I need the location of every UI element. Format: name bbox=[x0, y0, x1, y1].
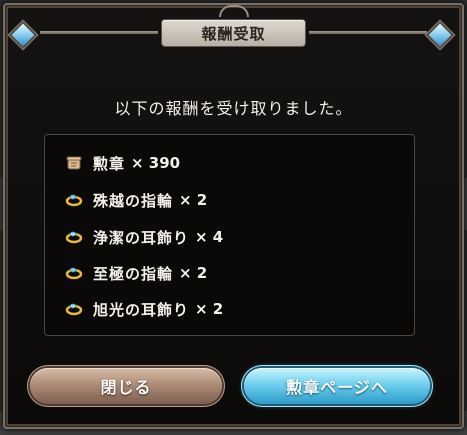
reward-name: 至極の指輪 bbox=[93, 264, 174, 283]
dialog-message: 以下の報酬を受け取りました。 bbox=[114, 99, 353, 118]
badge-page-button-label: 勲章ページへ bbox=[286, 378, 388, 397]
reward-name: 旭光の耳飾り bbox=[93, 300, 190, 319]
list-item: 至極の指輪 × 2 bbox=[65, 261, 207, 285]
dialog-title-plate: 報酬受取 bbox=[162, 20, 305, 46]
reward-quantity: × 2 bbox=[179, 191, 208, 209]
title-ornament-right bbox=[309, 31, 427, 34]
close-button[interactable]: 閉じる bbox=[30, 368, 222, 404]
reward-quantity: × 2 bbox=[179, 264, 208, 282]
list-item: 浄潔の耳飾り × 4 bbox=[65, 225, 223, 249]
earring-icon bbox=[65, 300, 83, 318]
list-item: 旭光の耳飾り × 2 bbox=[65, 297, 223, 321]
close-button-label: 閉じる bbox=[100, 378, 152, 397]
title-ornament-left bbox=[40, 31, 158, 34]
reward-list: 勲章 × 390 殊越の指輪 × 2 浄潔の耳飾り × 4 至極の指輪 × 2 … bbox=[44, 134, 415, 336]
reward-name: 勲章 bbox=[93, 154, 126, 173]
reward-quantity: × 4 bbox=[195, 228, 224, 246]
ring-icon bbox=[65, 191, 83, 209]
earring-icon bbox=[65, 228, 83, 246]
ring-icon bbox=[65, 264, 83, 282]
reward-quantity: × 390 bbox=[131, 154, 181, 172]
list-item: 勲章 × 390 bbox=[65, 151, 180, 175]
reward-quantity: × 2 bbox=[195, 300, 224, 318]
list-item: 殊越の指輪 × 2 bbox=[65, 188, 207, 212]
reward-name: 殊越の指輪 bbox=[93, 191, 174, 210]
reward-name: 浄潔の耳飾り bbox=[93, 228, 190, 247]
badge-page-button[interactable]: 勲章ページへ bbox=[244, 368, 430, 404]
dialog-title: 報酬受取 bbox=[201, 24, 266, 43]
frame-crown-ornament bbox=[219, 5, 249, 17]
scroll-icon bbox=[65, 154, 83, 172]
